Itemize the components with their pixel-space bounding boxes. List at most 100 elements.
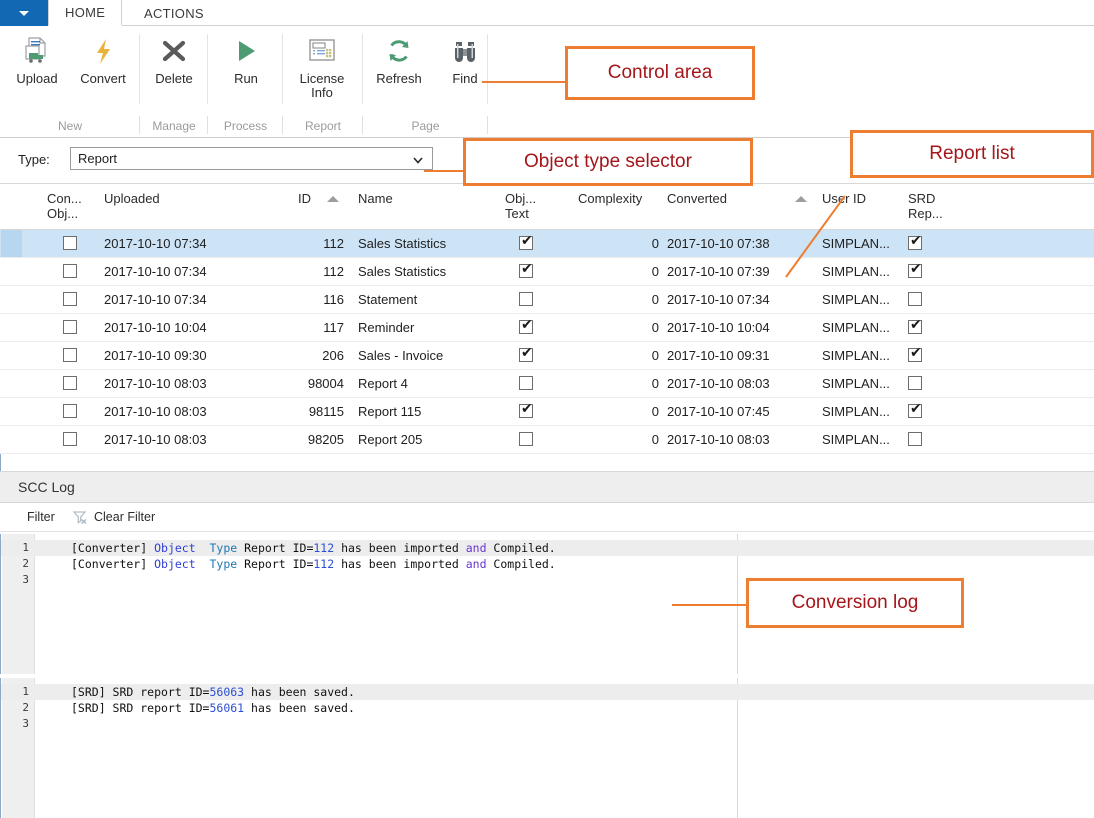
table-row[interactable]: 2017-10-10 07:34 116 Statement 0 2017-10-10 … xyxy=(0,286,1094,314)
cell-object-text-checkbox[interactable] xyxy=(519,376,533,390)
row-header-gutter[interactable] xyxy=(1,370,22,397)
cell-srd-report-checkbox[interactable]: ✔ xyxy=(908,402,922,418)
column-header-converted-object[interactable]: Con... Obj... xyxy=(47,191,82,221)
row-header-gutter[interactable] xyxy=(1,426,22,453)
cell-converted: 2017-10-10 07:39 xyxy=(667,264,770,279)
callout-conversion-log: Conversion log xyxy=(746,578,964,628)
srd-log-panel[interactable]: 1 [SRD] SRD report ID=56063 has been save… xyxy=(0,678,1094,818)
cell-srd-report-checkbox[interactable]: ✔ xyxy=(908,234,922,250)
log-line-number: 3 xyxy=(22,717,29,730)
application-menu-button[interactable] xyxy=(0,0,48,26)
cell-srd-report-checkbox[interactable] xyxy=(908,292,922,306)
column-header-object-text[interactable]: Obj... Text xyxy=(505,191,536,221)
convert-button[interactable]: Convert xyxy=(70,28,136,108)
cell-complexity: 0 xyxy=(651,292,659,307)
table-row[interactable]: 2017-10-10 08:03 98004 Report 4 0 2017-10-10… xyxy=(0,370,1094,398)
clear-filter-button[interactable]: Clear Filter xyxy=(94,510,155,524)
delete-button[interactable]: Delete xyxy=(141,28,207,108)
cell-object-text-checkbox[interactable] xyxy=(519,292,533,306)
column-header-name[interactable]: Name xyxy=(358,191,393,206)
sort-ascending-icon-converted xyxy=(795,196,807,202)
grid-header-row: Con... Obj... Uploaded ID Name Obj... Te… xyxy=(0,184,1094,230)
cell-name: Report 205 xyxy=(358,432,423,447)
checkmark-icon: ✔ xyxy=(910,261,922,277)
checkmark-icon: ✔ xyxy=(521,233,533,249)
filter-label[interactable]: Filter xyxy=(27,510,55,524)
cell-user-id: SIMPLAN... xyxy=(822,404,890,419)
funnel-clear-icon[interactable] xyxy=(72,509,88,525)
cell-user-id: SIMPLAN... xyxy=(822,376,890,391)
row-header-gutter[interactable] xyxy=(1,314,22,341)
ribbon-group-new-label: New xyxy=(57,119,82,133)
table-row[interactable]: 2017-10-10 07:34 112 Sales Statistics ✔ 0 201… xyxy=(0,230,1094,258)
row-header-gutter[interactable] xyxy=(1,258,22,285)
column-header-srd-report[interactable]: SRD Rep... xyxy=(908,191,943,221)
delete-button-label: Delete xyxy=(155,71,193,86)
tab-actions[interactable]: ACTIONS xyxy=(128,0,220,26)
column-header-id[interactable]: ID xyxy=(298,191,311,206)
upload-button[interactable]: Upload xyxy=(4,28,70,108)
object-type-select[interactable]: Report xyxy=(70,147,433,170)
column-header-uploaded[interactable]: Uploaded xyxy=(104,191,160,206)
ribbon-group-report: License Info Report xyxy=(283,26,363,138)
cell-srd-report-checkbox[interactable]: ✔ xyxy=(908,346,922,362)
column-header-converted[interactable]: Converted xyxy=(667,191,727,206)
grid-rows: 2017-10-10 07:34 112 Sales Statistics ✔ 0 201… xyxy=(0,230,1094,454)
cell-user-id: SIMPLAN... xyxy=(822,348,890,363)
tab-home[interactable]: HOME xyxy=(48,0,123,26)
row-header-gutter[interactable] xyxy=(1,398,22,425)
cell-srd-report-checkbox[interactable] xyxy=(908,432,922,446)
leader-line-conversion-log xyxy=(672,604,754,606)
cell-user-id: SIMPLAN... xyxy=(822,292,890,307)
row-header-gutter[interactable] xyxy=(1,230,22,257)
row-header-gutter[interactable] xyxy=(1,342,22,369)
cell-complexity: 0 xyxy=(651,320,659,335)
ribbon-separator xyxy=(487,34,488,104)
cell-converted-object-checkbox[interactable] xyxy=(63,264,77,278)
cell-converted-object-checkbox[interactable] xyxy=(63,292,77,306)
callout-object-type-selector-text: Object type selector xyxy=(524,151,692,172)
cell-converted-object-checkbox[interactable] xyxy=(63,376,77,390)
run-button[interactable]: Run xyxy=(213,28,279,108)
column-header-complexity[interactable]: Complexity xyxy=(578,191,642,206)
cell-user-id: SIMPLAN... xyxy=(822,264,890,279)
cell-converted-object-checkbox[interactable] xyxy=(63,404,77,418)
cell-converted-object-checkbox[interactable] xyxy=(63,320,77,334)
license-info-button-label: License Info xyxy=(299,71,345,100)
callout-object-type-selector: Object type selector xyxy=(463,138,753,186)
cell-object-text-checkbox[interactable]: ✔ xyxy=(519,346,533,362)
license-window-icon xyxy=(302,34,342,68)
callout-control-area: Control area xyxy=(565,46,755,100)
lightning-bolt-icon xyxy=(83,34,123,68)
log-line: 2 [Converter] Object Type Report ID=112 h… xyxy=(1,556,1094,572)
log-line: 2 [SRD] SRD report ID=56061 has been save… xyxy=(1,700,1094,716)
cell-name: Sales Statistics xyxy=(358,236,447,251)
cell-srd-report-checkbox[interactable]: ✔ xyxy=(908,261,922,278)
cell-object-text-checkbox[interactable]: ✔ xyxy=(519,402,533,418)
table-row[interactable]: 2017-10-10 08:03 98205 Report 205 0 2017-10-… xyxy=(0,426,1094,454)
cell-converted-object-checkbox[interactable] xyxy=(63,236,77,250)
upload-button-label: Upload xyxy=(16,71,58,86)
cell-srd-report-checkbox[interactable]: ✔ xyxy=(908,318,922,334)
license-info-button[interactable]: License Info xyxy=(289,28,355,108)
callout-control-area-text: Control area xyxy=(607,62,713,83)
cell-object-text-checkbox[interactable] xyxy=(519,432,533,446)
table-row[interactable]: 2017-10-10 07:34 112 Sales Statistics ✔ 0 201… xyxy=(0,258,1094,286)
report-list-grid[interactable]: Con... Obj... Uploaded ID Name Obj... Te… xyxy=(0,183,1094,472)
table-row[interactable]: 2017-10-10 09:30 206 Sales - Invoice ✔ 0 2017… xyxy=(0,342,1094,370)
cell-object-text-checkbox[interactable]: ✔ xyxy=(519,262,533,278)
ribbon-group-page: Refresh Find Page xyxy=(363,26,488,138)
refresh-button[interactable]: Refresh xyxy=(366,28,432,108)
row-header-gutter[interactable] xyxy=(1,286,22,313)
run-button-label: Run xyxy=(234,71,258,86)
binoculars-icon xyxy=(445,34,485,68)
cell-object-text-checkbox[interactable]: ✔ xyxy=(519,233,533,250)
cell-srd-report-checkbox[interactable] xyxy=(908,376,922,390)
table-row[interactable]: 2017-10-10 08:03 98115 Report 115 ✔ 0 2017-10… xyxy=(0,398,1094,426)
cell-object-text-checkbox[interactable]: ✔ xyxy=(519,318,533,334)
find-button[interactable]: Find xyxy=(432,28,498,108)
table-row[interactable]: 2017-10-10 10:04 117 Reminder ✔ 0 2017-10-10 … xyxy=(0,314,1094,342)
cell-converted-object-checkbox[interactable] xyxy=(63,348,77,362)
cell-complexity: 0 xyxy=(651,404,659,419)
cell-converted-object-checkbox[interactable] xyxy=(63,432,77,446)
